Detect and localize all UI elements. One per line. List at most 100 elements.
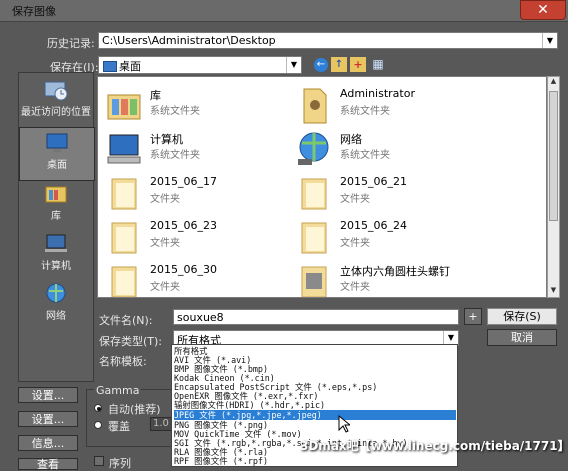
folder-icon — [111, 178, 137, 210]
cancel-button[interactable]: 取消 — [487, 329, 557, 346]
gamma-label: Gamma — [94, 384, 142, 397]
chevron-down-icon[interactable]: ▼ — [286, 57, 301, 73]
list-item[interactable]: 2015_06_23 文件夹 — [102, 217, 302, 263]
file-name: 计算机 — [150, 133, 183, 146]
mouse-cursor-icon — [338, 415, 350, 433]
library-icon — [107, 94, 141, 120]
folder-icon — [301, 222, 327, 254]
file-type: 系统文件夹 — [150, 150, 200, 161]
network-icon — [298, 132, 329, 165]
place-label: 桌面 — [47, 160, 67, 171]
list-item[interactable]: 2015_06_21 文件夹 — [292, 173, 492, 219]
file-name: 2015_06_21 — [340, 175, 407, 188]
view-button[interactable]: 查看 — [18, 458, 78, 471]
place-label: 库 — [51, 211, 61, 222]
chevron-down-icon[interactable]: ▼ — [542, 33, 557, 48]
computer-icon — [107, 134, 141, 164]
file-name: 立体内六角圆柱头螺钉 — [340, 265, 450, 278]
image-folder-icon — [301, 266, 327, 297]
back-icon[interactable]: ← — [314, 58, 328, 72]
file-list[interactable]: 库 系统文件夹 Administrator 系统文件夹 计算机 系统文件夹 网络… — [97, 76, 547, 298]
file-name: 网络 — [340, 133, 362, 146]
file-type: 系统文件夹 — [150, 106, 200, 117]
close-button[interactable]: ✕ — [520, 0, 566, 20]
filename-label: 文件名(N): — [99, 314, 153, 327]
history-label: 历史记录: — [47, 37, 95, 50]
place-label: 网络 — [46, 311, 66, 322]
places-bar: 最近访问的位置 桌面 库 计算机 网络 — [18, 72, 95, 382]
file-type: 文件夹 — [340, 238, 370, 249]
dropdown-option-selected[interactable]: JPEG 文件 (*.jpg,*.jpe,*.jpeg) — [174, 410, 456, 420]
new-folder-icon[interactable]: + — [350, 57, 366, 72]
info-button[interactable]: 信息... — [18, 435, 78, 451]
library-icon — [45, 186, 67, 203]
save-in-combo[interactable]: 桌面 ▼ — [98, 56, 302, 74]
list-item[interactable]: 网络 系统文件夹 — [292, 129, 492, 175]
recent-places-icon — [44, 81, 68, 101]
file-name: 2015_06_17 — [150, 175, 217, 188]
up-folder-icon[interactable]: ↑ — [331, 57, 347, 72]
views-menu-icon[interactable]: ▦ — [369, 57, 387, 72]
filetype-label: 保存类型(T): — [99, 335, 163, 348]
computer-icon — [45, 234, 67, 252]
list-item[interactable]: 2015_06_17 文件夹 — [102, 173, 302, 219]
place-desktop[interactable]: 桌面 — [19, 127, 95, 181]
user-folder-icon — [303, 88, 327, 124]
place-library[interactable]: 库 — [19, 179, 93, 231]
window-title: 保存图像 — [12, 5, 56, 18]
file-name: 2015_06_24 — [340, 219, 407, 232]
list-item[interactable]: 2015_06_30 文件夹 — [102, 261, 302, 297]
gamma-override-field[interactable]: 1.0 — [150, 417, 172, 431]
file-type: 系统文件夹 — [340, 106, 390, 117]
folder-icon — [111, 222, 137, 254]
list-item[interactable]: 2015_06_24 文件夹 — [292, 217, 492, 263]
place-label: 计算机 — [41, 261, 71, 272]
folder-icon — [111, 266, 137, 297]
scroll-down-icon[interactable]: ▼ — [548, 286, 559, 297]
add-suffix-button[interactable]: + — [464, 308, 482, 325]
file-type: 系统文件夹 — [340, 150, 390, 161]
file-name: 2015_06_30 — [150, 263, 217, 276]
file-name: Administrator — [340, 87, 415, 100]
file-type: 文件夹 — [340, 194, 370, 205]
scroll-up-icon[interactable]: ▲ — [548, 77, 559, 88]
gamma-override-label: 覆盖 — [108, 420, 130, 433]
sequence-checkbox[interactable] — [94, 456, 104, 466]
network-icon — [46, 283, 66, 303]
desktop-icon — [103, 61, 117, 72]
file-type: 文件夹 — [150, 282, 180, 293]
gamma-override-radio[interactable] — [94, 421, 102, 429]
list-item[interactable]: 库 系统文件夹 — [102, 85, 302, 131]
file-type: 文件夹 — [150, 238, 180, 249]
history-value: C:\Users\Administrator\Desktop — [102, 34, 276, 47]
place-computer[interactable]: 计算机 — [19, 229, 93, 281]
settings-button[interactable]: 设置... — [18, 411, 78, 427]
file-name: 库 — [150, 89, 161, 102]
template-label: 名称模板: — [99, 355, 147, 368]
file-type: 文件夹 — [150, 194, 180, 205]
save-in-value: 桌面 — [119, 60, 141, 73]
desktop-icon — [46, 133, 68, 152]
file-list-scrollbar[interactable]: ▲ ▼ — [547, 76, 560, 298]
place-recent[interactable]: 最近访问的位置 — [19, 75, 93, 127]
gamma-auto-radio[interactable] — [94, 404, 102, 412]
chevron-down-icon[interactable]: ▼ — [443, 331, 458, 345]
setup-button[interactable]: 设置... — [18, 387, 78, 403]
title-bar: 保存图像 — [0, 0, 568, 22]
filename-value: souxue8 — [177, 311, 224, 324]
place-network[interactable]: 网络 — [19, 279, 93, 331]
list-item[interactable]: 立体内六角圆柱头螺钉 文件夹 — [292, 261, 492, 297]
history-combo[interactable]: C:\Users\Administrator\Desktop ▼ — [98, 32, 558, 49]
save-button[interactable]: 保存(S) — [487, 308, 557, 325]
dropdown-option[interactable]: 辐射图像文件(HDRI) (*.hdr,*.pic) — [174, 400, 456, 410]
place-label: 最近访问的位置 — [21, 107, 91, 118]
list-item[interactable]: 计算机 系统文件夹 — [102, 129, 302, 175]
filename-input[interactable]: souxue8 — [173, 309, 459, 325]
gamma-auto-label: 自动(推荐) — [108, 403, 161, 416]
watermark-text: 3Dmax吧【www.linecg.com/tieba/1771】 — [300, 439, 568, 453]
file-name: 2015_06_23 — [150, 219, 217, 232]
dropdown-option[interactable]: RPF 图像文件 (*.rpf) — [174, 456, 456, 466]
scroll-thumb[interactable] — [549, 91, 558, 221]
file-type: 文件夹 — [340, 282, 370, 293]
list-item[interactable]: Administrator 系统文件夹 — [292, 85, 492, 131]
